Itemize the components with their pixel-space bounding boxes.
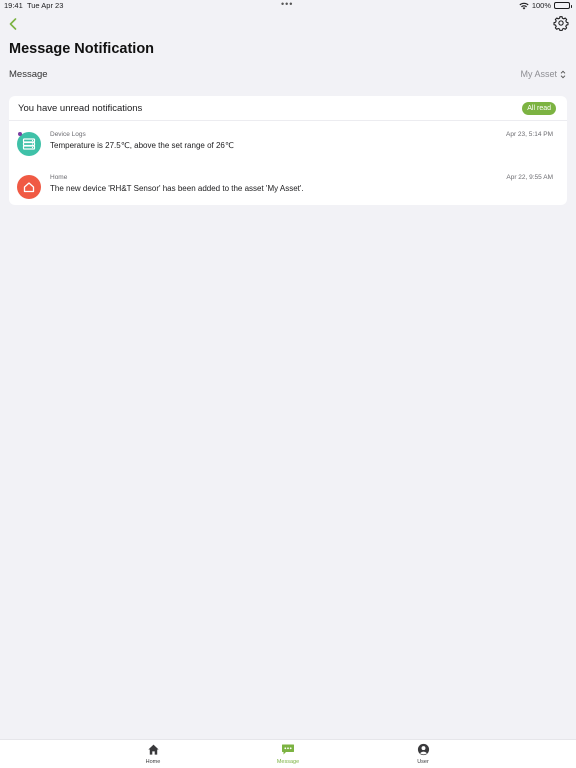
- tab-label: User: [417, 759, 429, 765]
- user-icon: [416, 742, 430, 756]
- all-read-button[interactable]: All read: [522, 101, 556, 115]
- home-icon: [146, 742, 160, 756]
- notification-time: Apr 23, 5:14 PM: [506, 131, 553, 138]
- battery-icon: [554, 2, 572, 9]
- tab-bar: Home Message User: [0, 739, 576, 768]
- tab-user[interactable]: User: [403, 742, 443, 768]
- asset-select[interactable]: My Asset: [520, 69, 566, 79]
- message-icon: [281, 742, 295, 756]
- settings-button[interactable]: [553, 15, 569, 32]
- battery-percent: 100%: [531, 1, 551, 10]
- asset-select-value: My Asset: [520, 69, 557, 79]
- status-time: 19:41 Tue Apr 23: [4, 1, 64, 10]
- chevron-left-icon: [9, 18, 17, 30]
- chevron-updown-icon: [560, 70, 566, 78]
- notification-text: Temperature is 27.5℃, above the set rang…: [50, 141, 234, 150]
- notification-text: The new device 'RH&T Sensor' has been ad…: [50, 184, 304, 193]
- page-title: Message Notification: [9, 41, 155, 57]
- status-indicators: 100%: [519, 1, 572, 10]
- notifications-card: You have unread notifications All read D…: [9, 96, 567, 205]
- tab-home[interactable]: Home: [133, 742, 173, 768]
- notification-item[interactable]: Device Logs Temperature is 27.5℃, above …: [9, 125, 567, 165]
- multitask-indicator[interactable]: •••: [281, 0, 293, 9]
- home-icon: [17, 175, 41, 199]
- status-bar: 19:41 Tue Apr 23 ••• 100%: [0, 0, 576, 12]
- notifications-header: You have unread notifications All read: [9, 96, 567, 121]
- notification-category: Home: [50, 174, 68, 181]
- notification-category: Device Logs: [50, 131, 86, 138]
- notification-item[interactable]: Home The new device 'RH&T Sensor' has be…: [9, 168, 567, 208]
- wifi-icon: [519, 2, 529, 9]
- filter-label: Message: [9, 69, 48, 80]
- tab-message[interactable]: Message: [268, 742, 308, 768]
- notification-time: Apr 22, 9:55 AM: [506, 174, 553, 181]
- back-button[interactable]: [6, 16, 20, 32]
- unread-dot: [18, 132, 22, 136]
- unread-notice: You have unread notifications: [18, 102, 143, 114]
- tab-label: Home: [145, 759, 161, 765]
- gear-icon: [553, 16, 569, 32]
- tab-label: Message: [276, 759, 300, 765]
